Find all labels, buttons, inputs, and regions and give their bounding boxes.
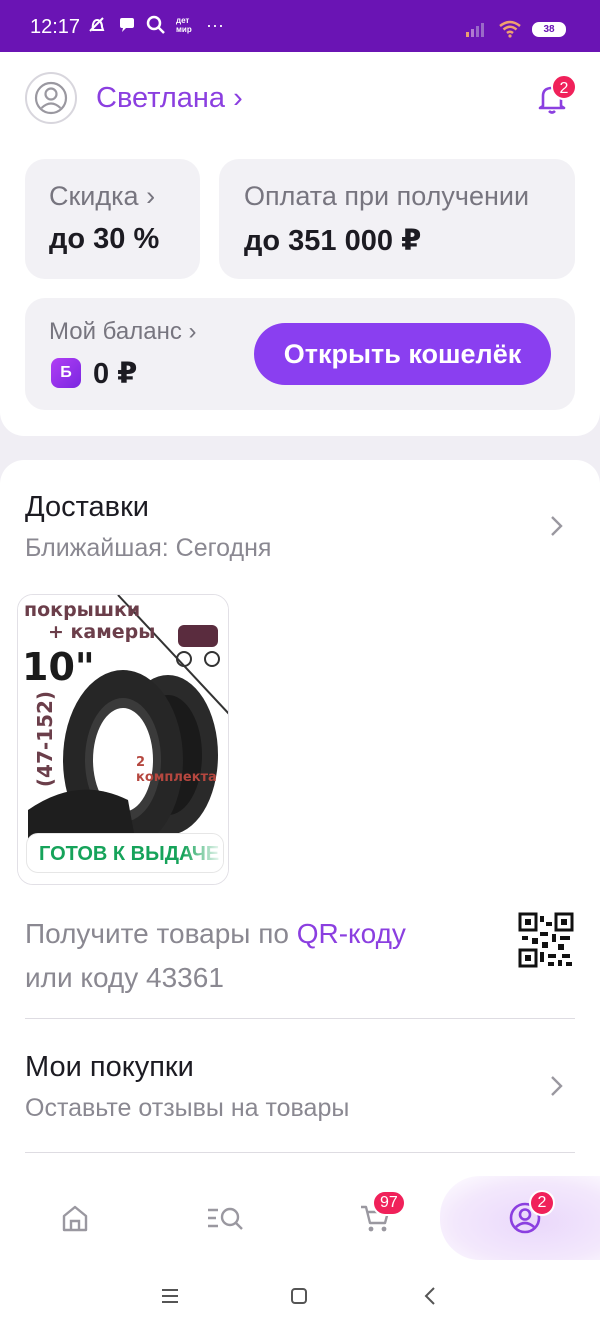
cart-badge: 97 [372,1190,406,1216]
catalog-search-icon [208,1207,243,1230]
nav-catalog[interactable] [150,1176,300,1260]
notifications-badge: 2 [551,74,577,100]
qr-text-before: Получите товары по [25,918,297,949]
chevron-right-icon[interactable] [548,1072,566,1100]
status-icons: дет мир ··· [86,14,224,36]
wifi-icon [499,20,521,38]
status-bar: 12:17 дет мир ··· 38 [0,0,600,52]
bottom-nav: 97 2 [0,1176,600,1260]
signal-icon [466,23,484,37]
back-button[interactable] [410,1280,450,1312]
status-right: 38 [466,20,566,38]
home-icon [62,1205,88,1232]
balance-label[interactable]: Мой баланс › [49,318,197,346]
system-nav-bar [0,1260,600,1332]
qr-code-link[interactable]: QR-коду [297,918,406,949]
fade-overlay [525,159,575,279]
deliveries-title[interactable]: Доставки [25,491,149,524]
message-icon [120,18,134,32]
product-card[interactable]: покрышки + камеры 10" (47-152) 2 комплек… [17,594,229,885]
product-image-text: + камеры [48,621,156,643]
square-icon [291,1288,307,1304]
search-status-icon [146,15,165,34]
bonus-currency-icon: Б [51,358,81,388]
divider [25,1018,575,1019]
menu-icon [162,1289,178,1303]
status-time: 12:17 [30,16,81,38]
muted-alarm-icon [89,17,105,32]
battery-icon: 38 [532,21,566,37]
product-image-range: (47-152) [33,690,57,788]
deliveries-subtitle: Ближайшая: Сегодня [25,534,272,562]
profile-badge: 2 [529,1190,555,1216]
recent-apps-button[interactable] [150,1280,190,1312]
status-badge: ГОТОВ К ВЫДАЧЕ [26,833,224,873]
discount-tile[interactable]: Скидка › до 30 % [25,159,200,279]
fade-overlay [183,834,223,872]
discount-label: Скидка › [49,181,156,211]
app-badge-icon: дет мир [176,16,192,34]
purchases-subtitle: Оставьте отзывы на товары [25,1094,350,1122]
product-image-size: 10" [22,645,95,689]
divider [25,1152,575,1153]
product-image-text: покрышки [24,599,141,621]
payment-value: до 351 000 ₽ [244,225,422,257]
user-name-link[interactable]: Светлана › [96,82,243,115]
nav-home[interactable] [0,1176,150,1260]
nav-cart[interactable] [300,1176,450,1260]
more-status-icon: ··· [206,15,224,35]
payment-tile[interactable]: Оплата при получении до 351 000 ₽ [219,159,575,279]
user-icon [34,81,68,115]
nav-profile[interactable] [450,1176,600,1260]
back-icon [424,1287,435,1305]
pickup-code: или коду 43361 [25,962,224,993]
purchases-title[interactable]: Мои покупки [25,1051,194,1084]
chevron-right-icon[interactable] [548,512,566,540]
payment-label: Оплата при получении [244,181,530,211]
pickup-code-text: Получите товары по QR-коду или коду 4336… [25,912,406,1000]
balance-value: 0 ₽ [93,358,138,390]
qr-code-icon[interactable] [518,912,574,968]
avatar[interactable] [25,72,77,124]
discount-value: до 30 % [49,223,160,255]
product-image-sets: 2 комплекта [136,755,217,785]
open-wallet-button[interactable]: Открыть кошелёк [254,323,551,385]
home-button[interactable] [279,1280,319,1312]
